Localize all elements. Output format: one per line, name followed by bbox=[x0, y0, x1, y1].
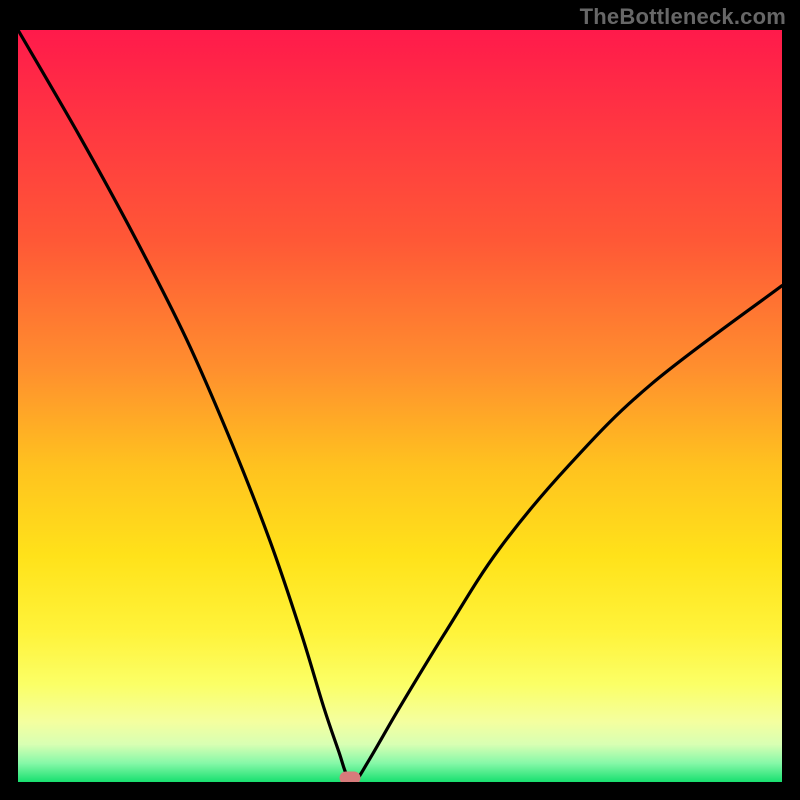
watermark-text: TheBottleneck.com bbox=[580, 4, 786, 30]
bottleneck-curve bbox=[18, 30, 782, 782]
chart-frame: TheBottleneck.com bbox=[0, 0, 800, 800]
plot-area bbox=[18, 30, 782, 782]
optimum-marker bbox=[339, 771, 361, 782]
